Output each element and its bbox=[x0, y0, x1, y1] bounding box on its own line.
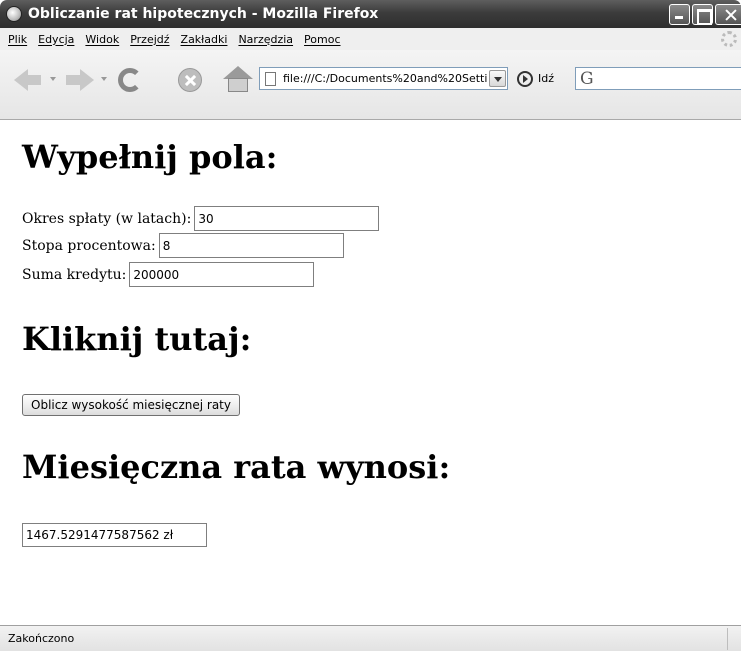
stop-icon bbox=[178, 68, 202, 92]
window-title: Obliczanie rat hipotecznych - Mozilla Fi… bbox=[28, 6, 379, 22]
address-url[interactable]: file:///C:/Documents%20and%20Settings/ bbox=[283, 72, 488, 85]
heading-click-here: Kliknij tutaj: bbox=[22, 320, 252, 358]
home-button[interactable] bbox=[222, 66, 254, 94]
monthly-payment-output[interactable] bbox=[22, 523, 207, 547]
status-bar: Zakończono bbox=[0, 625, 741, 651]
stop-button[interactable] bbox=[176, 66, 204, 94]
menu-bar: Plik Edycja Widok Przejdź Zakładki Narzę… bbox=[0, 28, 741, 50]
menu-edycja[interactable]: Edycja bbox=[38, 33, 74, 46]
close-icon bbox=[716, 5, 741, 24]
search-bar[interactable]: G bbox=[575, 67, 741, 90]
address-dropdown-button[interactable] bbox=[489, 70, 506, 87]
heading-fill-fields: Wypełnij pola: bbox=[22, 138, 278, 176]
page-content: Wypełnij pola: Okres spłaty (w latach): … bbox=[0, 121, 741, 625]
loan-amount-input[interactable] bbox=[129, 262, 315, 287]
back-history-dropdown-icon[interactable] bbox=[50, 77, 56, 81]
activity-throbber-icon bbox=[721, 31, 737, 47]
reload-button[interactable] bbox=[116, 66, 144, 94]
reload-icon bbox=[118, 68, 142, 92]
minimize-icon bbox=[670, 5, 689, 24]
forward-history-dropdown-icon[interactable] bbox=[101, 77, 107, 81]
calculate-button[interactable]: Oblicz wysokość miesięcznej raty bbox=[22, 394, 240, 416]
menu-pomoc[interactable]: Pomoc bbox=[304, 33, 340, 46]
interest-rate-input[interactable] bbox=[158, 233, 344, 258]
loan-period-label: Okres spłaty (w latach): bbox=[22, 210, 192, 227]
google-search-icon[interactable]: G bbox=[580, 69, 594, 89]
title-bar: Obliczanie rat hipotecznych - Mozilla Fi… bbox=[0, 0, 741, 28]
go-label[interactable]: Idź bbox=[538, 72, 554, 85]
heading-monthly-payment: Miesięczna rata wynosi: bbox=[22, 448, 451, 486]
resize-grip-icon[interactable] bbox=[727, 628, 741, 650]
close-button[interactable] bbox=[715, 4, 741, 25]
menu-plik[interactable]: Plik bbox=[8, 33, 27, 46]
field-row-loan-period: Okres spłaty (w latach): bbox=[22, 206, 380, 231]
minimize-button[interactable] bbox=[669, 4, 690, 25]
menu-widok[interactable]: Widok bbox=[85, 33, 119, 46]
page-icon bbox=[265, 71, 276, 86]
menu-przejdz[interactable]: Przejdź bbox=[130, 33, 169, 46]
menu-narzedzia[interactable]: Narzędzia bbox=[238, 33, 293, 46]
forward-arrow-icon bbox=[80, 69, 94, 91]
field-row-interest-rate: Stopa procentowa: bbox=[22, 233, 344, 258]
back-button[interactable] bbox=[14, 66, 44, 94]
interest-rate-label: Stopa procentowa: bbox=[22, 237, 156, 254]
maximize-button[interactable] bbox=[692, 4, 713, 25]
navigation-toolbar: file:///C:/Documents%20and%20Settings/ I… bbox=[0, 50, 741, 120]
loan-amount-label: Suma kredytu: bbox=[22, 266, 127, 283]
forward-button[interactable] bbox=[64, 66, 94, 94]
menu-zakladki[interactable]: Zakładki bbox=[181, 33, 228, 46]
loan-period-input[interactable] bbox=[194, 206, 380, 231]
go-icon[interactable] bbox=[517, 71, 533, 87]
status-text: Zakończono bbox=[8, 632, 75, 645]
field-row-loan-amount: Suma kredytu: bbox=[22, 262, 315, 287]
maximize-icon bbox=[693, 5, 712, 25]
address-bar[interactable]: file:///C:/Documents%20and%20Settings/ bbox=[259, 67, 508, 90]
back-arrow-icon bbox=[14, 69, 28, 91]
firefox-icon bbox=[6, 6, 22, 22]
